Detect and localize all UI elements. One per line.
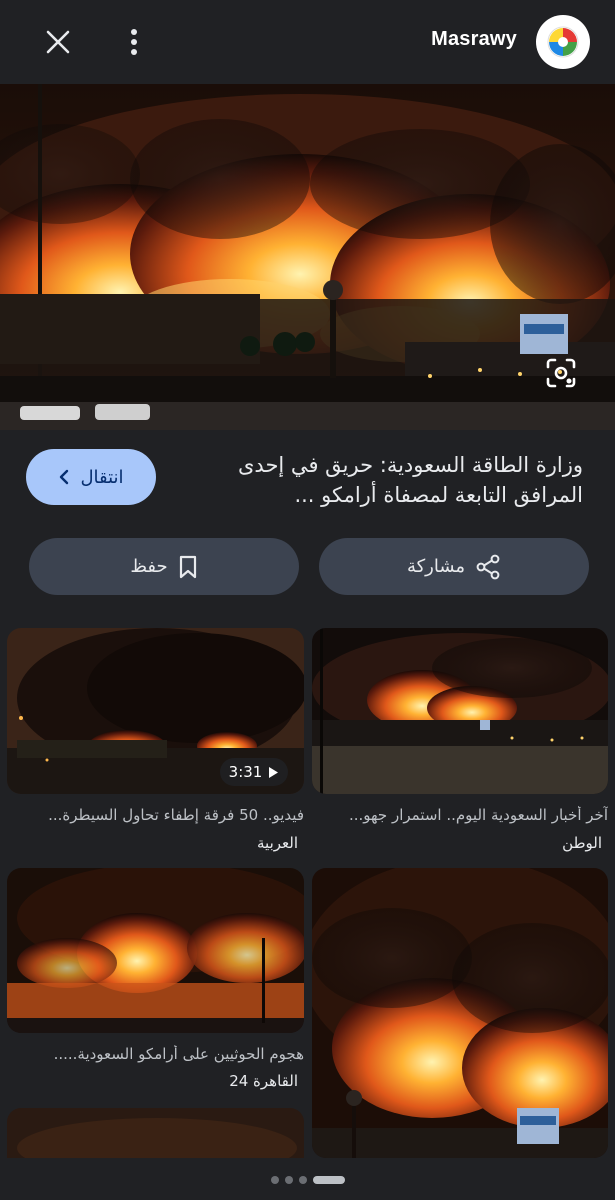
share-label: مشاركة <box>406 556 466 577</box>
related-image[interactable] <box>312 868 608 1158</box>
close-icon <box>46 30 70 54</box>
result-title[interactable]: وزارة الطاقة السعودية: حريق في إحدى المر… <box>193 450 583 510</box>
visit-button[interactable]: انتقال <box>26 449 156 505</box>
close-button[interactable] <box>36 20 80 64</box>
more-options-button[interactable] <box>114 20 154 64</box>
source-logo[interactable] <box>536 15 590 69</box>
masrawy-logo-icon <box>547 26 579 58</box>
google-lens-button[interactable] <box>538 350 584 396</box>
page-dot <box>298 1176 307 1184</box>
related-source: القاهرة 24 <box>229 1072 298 1090</box>
related-image[interactable] <box>312 628 608 794</box>
related-caption[interactable]: آخر أخبار السعودية اليوم.. استمرار جهو..… <box>312 806 608 824</box>
video-duration-badge: 3:31 <box>220 758 288 786</box>
related-image[interactable] <box>7 1108 304 1158</box>
top-bar: Masrawy <box>0 0 615 84</box>
play-icon <box>269 766 279 778</box>
save-button[interactable]: حفظ <box>29 538 299 595</box>
related-image[interactable] <box>7 868 304 1033</box>
more-vert-icon <box>131 29 137 55</box>
related-caption[interactable]: هجوم الحوثيين على أرامكو السعودية..... <box>7 1045 304 1063</box>
related-source: الوطن <box>562 834 602 852</box>
page-indicator <box>0 1170 615 1190</box>
page-dot <box>270 1176 279 1184</box>
share-icon <box>476 554 500 579</box>
hero-image[interactable] <box>0 84 615 430</box>
lens-icon <box>546 358 576 388</box>
related-source: العربية <box>257 834 298 852</box>
chevron-left-icon <box>60 469 69 485</box>
share-button[interactable]: مشاركة <box>319 538 589 595</box>
save-label: حفظ <box>130 556 168 577</box>
page-dot <box>284 1176 293 1184</box>
source-name[interactable]: Masrawy <box>431 28 517 51</box>
bookmark-icon <box>179 555 196 578</box>
video-duration: 3:31 <box>228 763 263 781</box>
related-caption[interactable]: فيديو.. 50 فرقة إطفاء تحاول السيطرة... <box>7 806 304 824</box>
visit-label: انتقال <box>80 466 124 488</box>
page-dot-active <box>312 1176 345 1184</box>
